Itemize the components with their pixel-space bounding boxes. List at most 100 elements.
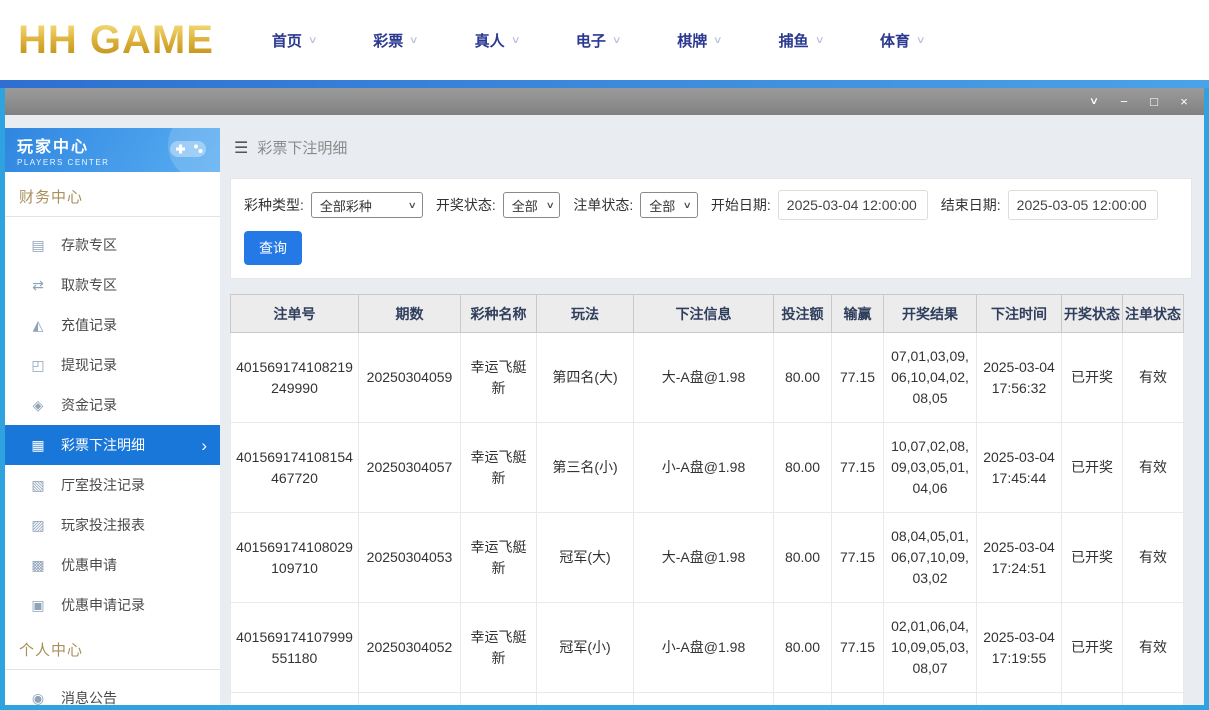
sidebar-item-label: 玩家投注报表 <box>61 515 145 535</box>
table-cell: -80.00 <box>832 693 884 706</box>
filter-row: 彩种类型: 全部彩种 ∨ 开奖状态: 全部 ∨ 注单状态: 全部 ∨ <box>244 190 1178 220</box>
withdraw-icon: ⇄ <box>29 277 47 294</box>
deposit-icon: ▤ <box>29 237 47 254</box>
table-row[interactable]: 40156917410797135478020250304051幸运飞艇新冠军(… <box>231 693 1184 706</box>
sidebar-item-promo-apply-record[interactable]: ▣优惠申请记录 <box>5 585 220 625</box>
table-cell: 第四名(大) <box>537 333 634 423</box>
nav-item-lottery[interactable]: 彩票∨ <box>373 30 417 51</box>
nav-item-label: 捕鱼 <box>779 30 809 51</box>
bet-table: 注单号期数彩种名称玩法下注信息投注额输赢开奖结果下注时间开奖状态注单状态 401… <box>230 294 1184 705</box>
nav-item-board-games[interactable]: 棋牌 ∨ <box>677 30 721 51</box>
sidebar-item-label: 充值记录 <box>61 315 117 335</box>
logo[interactable]: HH GAME <box>18 18 214 63</box>
table-cell: 02,01,06,04,10,09,05,03,08,07 <box>884 603 977 693</box>
column-header[interactable]: 彩种名称 <box>461 295 537 333</box>
table-cell: 大-A盘@1.98 <box>634 693 774 706</box>
column-header[interactable]: 下注时间 <box>977 295 1062 333</box>
sidebar-item-recharge-record[interactable]: ◭充值记录 <box>5 305 220 345</box>
bet-table-body: 40156917410821924999020250304059幸运飞艇新第四名… <box>231 333 1184 706</box>
column-header[interactable]: 开奖状态 <box>1062 295 1123 333</box>
sidebar-item-deposit[interactable]: ▤存款专区 <box>5 225 220 265</box>
table-cell: 冠军(大) <box>537 693 634 706</box>
start-date-input[interactable] <box>778 190 928 220</box>
column-header[interactable]: 下注信息 <box>634 295 774 333</box>
table-cell: 已开奖 <box>1062 423 1123 513</box>
sidebar-item-announcements[interactable]: ◉消息公告 <box>5 678 220 705</box>
funds-record-icon: ◈ <box>29 397 47 414</box>
lottery-type-select[interactable]: 全部彩种 ∨ <box>311 192 423 218</box>
order-status-select[interactable]: 全部 ∨ <box>640 192 698 218</box>
top-nav: 首页∨彩票∨真人∨电子∨棋牌∨捕鱼∨体育∨ <box>272 30 924 51</box>
chevron-down-icon: ∨ <box>713 35 723 46</box>
table-cell: 冠军(小) <box>537 603 634 693</box>
chevron-down-icon: ∨ <box>409 35 419 46</box>
nav-item-fishing[interactable]: 捕鱼∨ <box>779 30 823 51</box>
lottery-bet-detail-icon: ▦ <box>29 437 47 454</box>
sidebar-item-label: 消息公告 <box>61 688 117 705</box>
sidebar-item-lottery-bet-detail[interactable]: ▦彩票下注明细› <box>5 425 220 465</box>
header-accent-strip <box>0 80 1209 88</box>
maximize-icon[interactable]: □ <box>1142 88 1166 115</box>
start-date-label: 开始日期: <box>711 195 771 215</box>
app-body: 玩家中心 PLAYERS CENTER 财务中心▤存款专区⇄取款专区◭充值记录◰… <box>5 115 1204 705</box>
sidebar-item-hall-bet-record[interactable]: ▧厅室投注记录 <box>5 465 220 505</box>
table-cell: 2025-03-04 17:56:32 <box>977 333 1062 423</box>
table-cell: 有效 <box>1123 693 1184 706</box>
menu-icon[interactable]: ☰ <box>234 138 248 158</box>
nav-item-live[interactable]: 真人∨ <box>475 30 519 51</box>
close-icon[interactable]: × <box>1172 88 1196 115</box>
column-header[interactable]: 注单号 <box>231 295 359 333</box>
table-cell: 2025-03-04 17:15:13 <box>977 693 1062 706</box>
sidebar-item-withdraw[interactable]: ⇄ 取款专区 <box>5 265 220 305</box>
column-header[interactable]: 玩法 <box>537 295 634 333</box>
window-dropdown-icon[interactable]: ∨ <box>1077 88 1111 115</box>
sidebar-section-title: 个人中心 <box>5 625 220 670</box>
table-cell: 80.00 <box>774 693 832 706</box>
player-bet-report-icon: ▨ <box>29 517 47 534</box>
end-date-input[interactable] <box>1008 190 1158 220</box>
table-row[interactable]: 40156917410802910971020250304053幸运飞艇新冠军(… <box>231 513 1184 603</box>
query-button[interactable]: 查询 <box>244 231 302 265</box>
chevron-down-icon: ∨ <box>916 35 926 46</box>
table-cell: 77.15 <box>832 423 884 513</box>
nav-item-label: 棋牌 <box>677 30 707 51</box>
table-cell: 77.15 <box>832 603 884 693</box>
table-cell: 小-A盘@1.98 <box>634 423 774 513</box>
chevron-down-icon: ∨ <box>308 35 318 46</box>
table-row[interactable]: 40156917410821924999020250304059幸运飞艇新第四名… <box>231 333 1184 423</box>
chevron-down-icon: ∨ <box>612 35 622 46</box>
promo-apply-record-icon: ▣ <box>29 597 47 614</box>
table-cell: 07,01,03,09,06,10,04,02,08,05 <box>884 333 977 423</box>
table-row[interactable]: 40156917410815446772020250304057幸运飞艇新第三名… <box>231 423 1184 513</box>
table-cell: 已开奖 <box>1062 693 1123 706</box>
table-cell: 有效 <box>1123 423 1184 513</box>
column-header[interactable]: 注单状态 <box>1123 295 1184 333</box>
sidebar-item-player-bet-report[interactable]: ▨ 玩家投注报表 <box>5 505 220 545</box>
table-cell: 幸运飞艇新 <box>461 693 537 706</box>
nav-item-slots[interactable]: 电子∨ <box>576 30 620 51</box>
column-header[interactable]: 输赢 <box>832 295 884 333</box>
column-header[interactable]: 投注额 <box>774 295 832 333</box>
column-header[interactable]: 开奖结果 <box>884 295 977 333</box>
sidebar-item-withdrawal-record[interactable]: ◰提现记录 <box>5 345 220 385</box>
sidebar-item-funds-record[interactable]: ◈资金记录 <box>5 385 220 425</box>
table-cell: 有效 <box>1123 603 1184 693</box>
table-row[interactable]: 40156917410799955118020250304052幸运飞艇新冠军(… <box>231 603 1184 693</box>
table-cell: 幸运飞艇新 <box>461 333 537 423</box>
sidebar-item-promo-apply[interactable]: ▩优惠申请 <box>5 545 220 585</box>
promo-apply-icon: ▩ <box>29 557 47 574</box>
table-cell: 2025-03-04 17:24:51 <box>977 513 1062 603</box>
minimize-icon[interactable]: − <box>1112 88 1136 115</box>
nav-item-home[interactable]: 首页∨ <box>272 30 316 51</box>
sidebar-header: 玩家中心 PLAYERS CENTER <box>5 128 220 172</box>
draw-status-select[interactable]: 全部 ∨ <box>503 192 561 218</box>
table-cell: 有效 <box>1123 513 1184 603</box>
chevron-down-icon: ∨ <box>545 200 554 211</box>
table-cell: 80.00 <box>774 333 832 423</box>
table-cell: 77.15 <box>832 333 884 423</box>
table-cell: 401569174108154467720 <box>231 423 359 513</box>
column-header[interactable]: 期数 <box>359 295 461 333</box>
nav-item-sports[interactable]: 体育∨ <box>880 30 924 51</box>
table-cell: 小-A盘@1.98 <box>634 603 774 693</box>
sidebar-item-label: 取款专区 <box>61 275 117 295</box>
